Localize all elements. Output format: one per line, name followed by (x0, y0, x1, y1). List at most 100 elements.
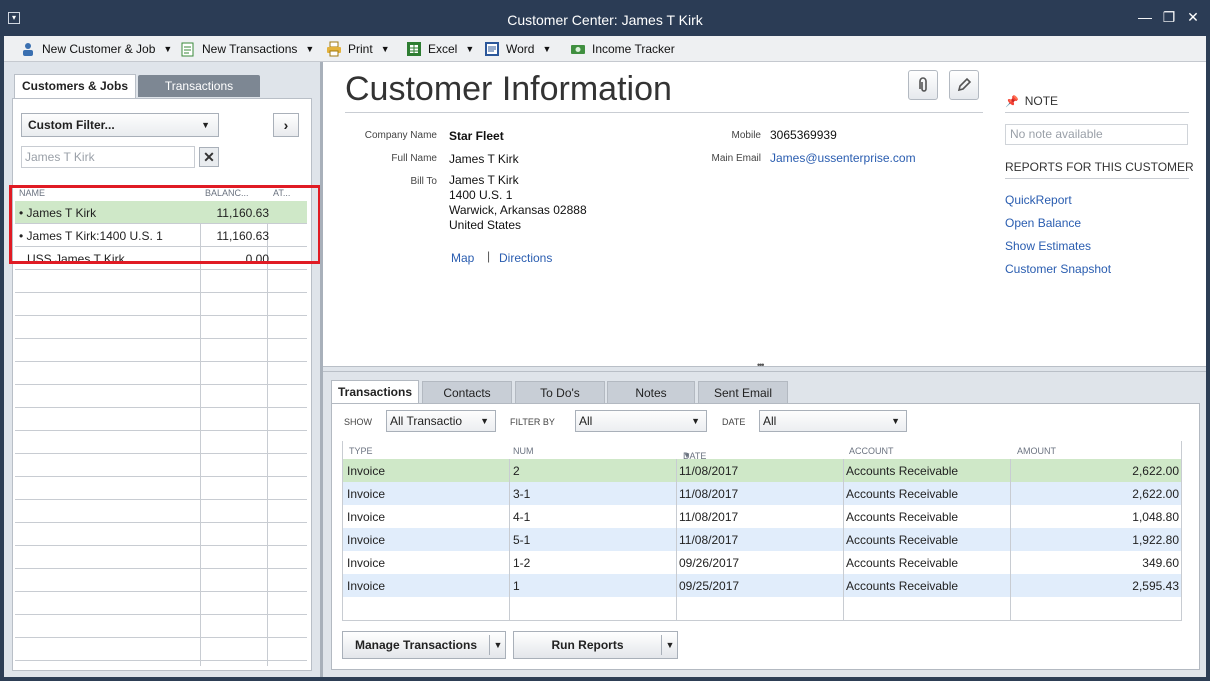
close-icon[interactable]: ✕ (1184, 8, 1202, 26)
title-bar: ▾ Customer Center: James T Kirk — ❐ ✕ (0, 0, 1210, 36)
new-transactions-button[interactable]: New Transactions ▼ (180, 40, 314, 58)
tab-sent-email[interactable]: Sent Email (698, 381, 788, 404)
custom-filter-label: Custom Filter... (28, 118, 115, 132)
tab-transactions[interactable]: Transactions (331, 380, 419, 404)
empty-row (15, 293, 307, 316)
column-header-account[interactable]: ACCOUNT (849, 446, 894, 456)
empty-row (15, 546, 307, 569)
chevron-down-icon[interactable]: ▼ (662, 632, 678, 658)
open-balance-link[interactable]: Open Balance (1005, 216, 1081, 230)
clear-search-button[interactable]: ✕ (199, 147, 219, 167)
empty-row (15, 408, 307, 431)
excel-button[interactable]: Excel ▼ (406, 40, 474, 58)
restore-icon[interactable]: ❐ (1160, 8, 1178, 26)
customer-snapshot-link[interactable]: Customer Snapshot (1005, 262, 1111, 276)
transactions-grid-header: TYPE NUM DATE ▼ ACCOUNT AMOUNT (343, 441, 1183, 461)
toolbar: New Customer & Job ▼ New Transactions ▼ … (4, 36, 1206, 62)
tab-customers-jobs[interactable]: Customers & Jobs (14, 74, 136, 98)
minimize-icon[interactable]: — (1136, 8, 1154, 26)
column-header-num[interactable]: NUM (513, 446, 534, 456)
custom-filter-dropdown[interactable]: Custom Filter... ▼ (21, 113, 219, 137)
customer-search-input[interactable]: James T Kirk (21, 146, 195, 168)
pencil-icon (957, 77, 972, 92)
run-reports-button[interactable]: Run Reports ▼ (513, 631, 678, 659)
chevron-down-icon: ▼ (305, 44, 315, 54)
column-header-amount[interactable]: AMOUNT (1017, 446, 1056, 456)
note-header-label: NOTE (1024, 94, 1059, 108)
empty-row (15, 431, 307, 454)
transactions-panel: SHOW All Transactio ▼ FILTER BY All ▼ DA… (331, 403, 1200, 670)
empty-row (15, 362, 307, 385)
table-row[interactable]: Invoice 1 09/25/2017 Accounts Receivable… (343, 574, 1181, 597)
note-field[interactable]: No note available (1005, 124, 1188, 145)
attach-button[interactable] (908, 70, 938, 100)
tab-todos[interactable]: To Do's (515, 381, 605, 404)
cell-account: Accounts Receivable (846, 510, 959, 524)
mobile-label: Mobile (731, 130, 761, 141)
cell-amount: 1,922.80 (1132, 533, 1179, 547)
show-dropdown[interactable]: All Transactio ▼ (386, 410, 496, 432)
chevron-right-icon: › (283, 117, 289, 133)
show-estimates-link[interactable]: Show Estimates (1005, 239, 1091, 253)
company-name-value: Star Fleet (449, 129, 504, 143)
tab-transactions-list[interactable]: Transactions (138, 75, 260, 97)
cell-amount: 1,048.80 (1132, 510, 1179, 524)
chevron-down-icon[interactable]: ▼ (490, 632, 506, 658)
income-tracker-button[interactable]: Income Tracker (570, 40, 675, 58)
empty-row (15, 569, 307, 592)
cell-date: 11/08/2017 (679, 464, 739, 478)
column-divider (843, 459, 844, 620)
cell-type: Invoice (347, 510, 386, 524)
customer-list-panel: Customers & Jobs Transactions Custom Fil… (4, 62, 320, 677)
transactions-section: Transactions Contacts To Do's Notes Sent… (323, 372, 1206, 677)
customer-information-panel: Customer Information Company Name Star F… (323, 62, 1206, 366)
empty-row (15, 638, 307, 661)
show-value: All Transactio (390, 414, 463, 428)
bill-to-line: United States (449, 218, 522, 232)
print-button[interactable]: Print ▼ (326, 40, 390, 58)
directions-link[interactable]: Directions (499, 251, 552, 265)
chevron-down-icon: ▼ (380, 44, 390, 54)
new-transactions-label: New Transactions (202, 42, 298, 56)
table-row[interactable]: Invoice 1-2 09/26/2017 Accounts Receivab… (343, 551, 1181, 574)
empty-row (15, 316, 307, 339)
run-reports-label: Run Reports (551, 638, 624, 652)
tab-contacts[interactable]: Contacts (422, 381, 512, 404)
word-button[interactable]: Word ▼ (484, 40, 551, 58)
column-header-type[interactable]: TYPE (349, 446, 373, 456)
empty-row (15, 592, 307, 615)
bill-to-line: James T Kirk (449, 173, 519, 187)
chevron-down-icon: ▼ (465, 44, 475, 54)
close-icon: ✕ (203, 149, 215, 165)
cell-amount: 2,622.00 (1132, 464, 1179, 478)
pushpin-icon[interactable]: 📌 (1005, 96, 1019, 108)
excel-icon (407, 42, 421, 56)
table-row[interactable]: Invoice 2 11/08/2017 Accounts Receivable… (343, 459, 1181, 482)
quickreport-link[interactable]: QuickReport (1005, 193, 1072, 207)
edit-button[interactable] (949, 70, 979, 100)
divider (345, 112, 983, 113)
empty-row (15, 385, 307, 408)
date-dropdown[interactable]: All ▼ (759, 410, 907, 432)
chevron-down-icon: ▼ (201, 120, 210, 130)
tab-notes[interactable]: Notes (607, 381, 695, 404)
link-separator: | (487, 249, 491, 263)
column-divider (509, 459, 510, 620)
main-email-link[interactable]: James@ussenterprise.com (770, 151, 916, 165)
cell-num: 1 (513, 579, 520, 593)
splitter-grip-icon: ••• (757, 360, 765, 370)
manage-transactions-button[interactable]: Manage Transactions ▼ (342, 631, 506, 659)
chevron-down-icon: ▼ (542, 44, 552, 54)
collapse-panel-button[interactable]: › (273, 113, 299, 137)
chevron-down-icon: ▼ (891, 416, 900, 426)
table-row[interactable]: Invoice 3-1 11/08/2017 Accounts Receivab… (343, 482, 1181, 505)
table-row[interactable]: Invoice 4-1 11/08/2017 Accounts Receivab… (343, 505, 1181, 528)
bill-to-label: Bill To (410, 176, 438, 187)
word-label: Word (506, 42, 535, 56)
new-customer-button[interactable]: New Customer & Job ▼ (20, 40, 172, 58)
map-link[interactable]: Map (451, 251, 474, 265)
filter-by-dropdown[interactable]: All ▼ (575, 410, 707, 432)
empty-row (15, 615, 307, 638)
empty-row (15, 523, 307, 546)
table-row[interactable]: Invoice 5-1 11/08/2017 Accounts Receivab… (343, 528, 1181, 551)
